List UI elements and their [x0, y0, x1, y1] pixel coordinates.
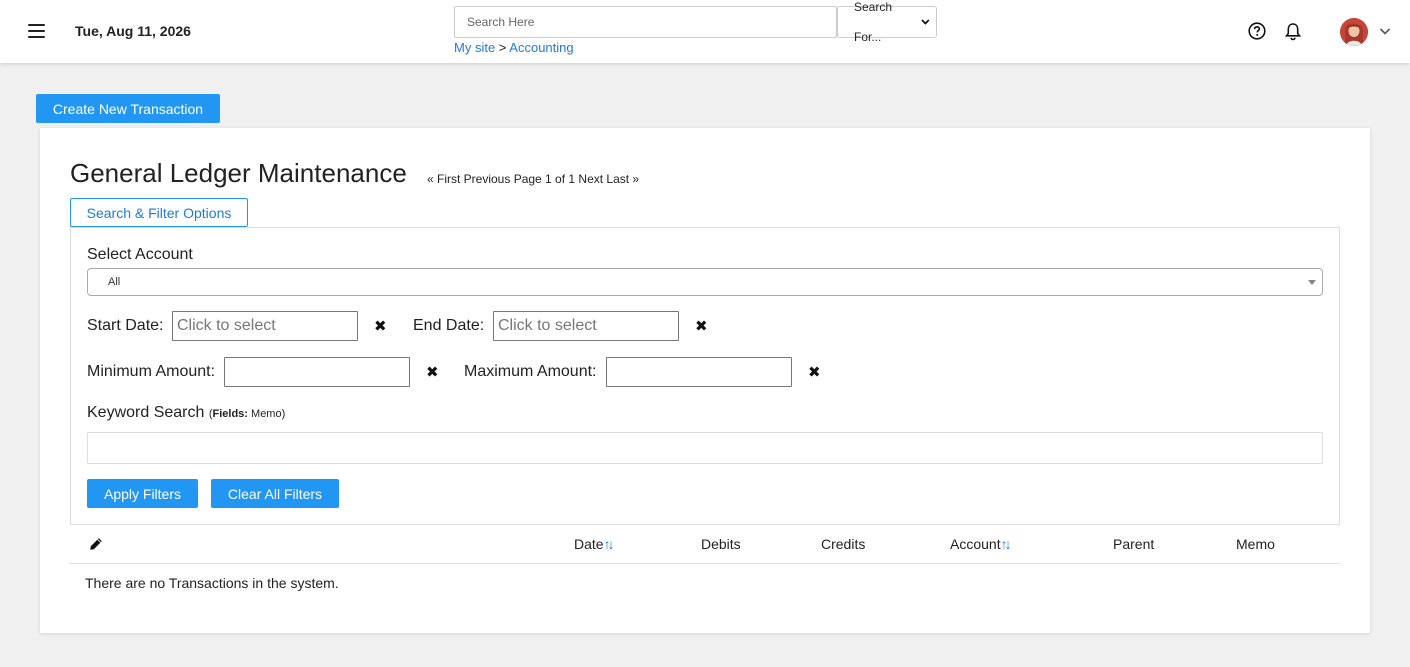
empty-table-message: There are no Transactions in the system.: [85, 575, 339, 591]
apply-filters-button[interactable]: Apply Filters: [87, 479, 198, 508]
breadcrumb-my-site[interactable]: My site: [454, 40, 495, 55]
clear-all-filters-button[interactable]: Clear All Filters: [211, 479, 339, 508]
avatar[interactable]: [1340, 18, 1368, 46]
min-amount-label: Minimum Amount:: [87, 363, 216, 380]
account-select-value: All: [108, 276, 121, 288]
top-bar: Tue, Aug 11, 2026 Search For... My site …: [0, 0, 1410, 63]
column-header-parent: Parent: [1113, 536, 1155, 552]
start-date-input[interactable]: [172, 311, 358, 341]
breadcrumb: My site > Accounting: [454, 40, 574, 55]
select-account-label: Select Account: [87, 246, 193, 263]
caret-down-icon: [1308, 280, 1316, 285]
column-header-credits: Credits: [821, 536, 866, 552]
sort-icon[interactable]: ↑↓: [1001, 536, 1012, 552]
end-date-label: End Date:: [413, 317, 485, 334]
column-header-memo: Memo: [1236, 536, 1275, 552]
create-transaction-button[interactable]: Create New Transaction: [36, 94, 220, 123]
search-for-label: Search For...: [854, 0, 893, 44]
clear-end-date-icon[interactable]: ✖: [695, 319, 708, 334]
min-amount-input[interactable]: [224, 357, 410, 387]
account-select[interactable]: All: [87, 268, 1323, 296]
column-header-debits: Debits: [701, 536, 741, 552]
keyword-search-label: Keyword Search (Fields: Memo): [87, 404, 285, 422]
help-icon[interactable]: [1248, 22, 1266, 40]
breadcrumb-accounting[interactable]: Accounting: [509, 40, 573, 55]
breadcrumb-separator: >: [498, 40, 507, 55]
column-header-account[interactable]: Account↑↓: [950, 536, 1012, 552]
column-header-date[interactable]: Date↑↓: [574, 536, 615, 552]
search-filter-options-button[interactable]: Search & Filter Options: [70, 198, 248, 227]
keyword-search-title: Keyword Search: [87, 404, 205, 421]
max-amount-label: Maximum Amount:: [464, 363, 597, 380]
clear-max-amount-icon[interactable]: ✖: [808, 365, 821, 380]
chevron-down-icon[interactable]: [1378, 24, 1392, 38]
clear-start-date-icon[interactable]: ✖: [374, 319, 387, 334]
page-title: General Ledger Maintenance: [70, 158, 407, 188]
keyword-fields-prefix: Fields:: [212, 408, 248, 420]
keyword-fields-note: (Fields: Memo): [208, 408, 286, 420]
avatar-image: [1340, 18, 1368, 46]
keyword-fields-value: Memo: [251, 408, 282, 420]
table-header: Date↑↓ Debits Credits Account↑↓ Parent M…: [70, 525, 1340, 564]
pencil-icon: [90, 538, 102, 550]
clear-min-amount-icon[interactable]: ✖: [426, 365, 439, 380]
end-date-input[interactable]: [493, 311, 679, 341]
current-date: Tue, Aug 11, 2026: [75, 23, 191, 39]
column-account-label: Account: [950, 536, 1001, 552]
chevron-down-icon: [921, 19, 930, 25]
max-amount-input[interactable]: [606, 357, 792, 387]
filter-panel: Select Account All Start Date: ✖ End Dat…: [70, 227, 1340, 525]
sort-icon[interactable]: ↑↓: [604, 536, 615, 552]
ledger-card: General Ledger Maintenance « First Previ…: [40, 128, 1370, 633]
search-for-select[interactable]: Search For...: [837, 0, 937, 44]
column-date-label: Date: [574, 536, 604, 552]
pagination[interactable]: « First Previous Page 1 of 1 Next Last »: [427, 172, 639, 186]
start-date-label: Start Date:: [87, 317, 164, 334]
bell-icon[interactable]: [1284, 22, 1302, 41]
keyword-search-input[interactable]: [87, 432, 1323, 464]
menu-icon[interactable]: [28, 24, 45, 38]
search-input[interactable]: [454, 6, 837, 38]
